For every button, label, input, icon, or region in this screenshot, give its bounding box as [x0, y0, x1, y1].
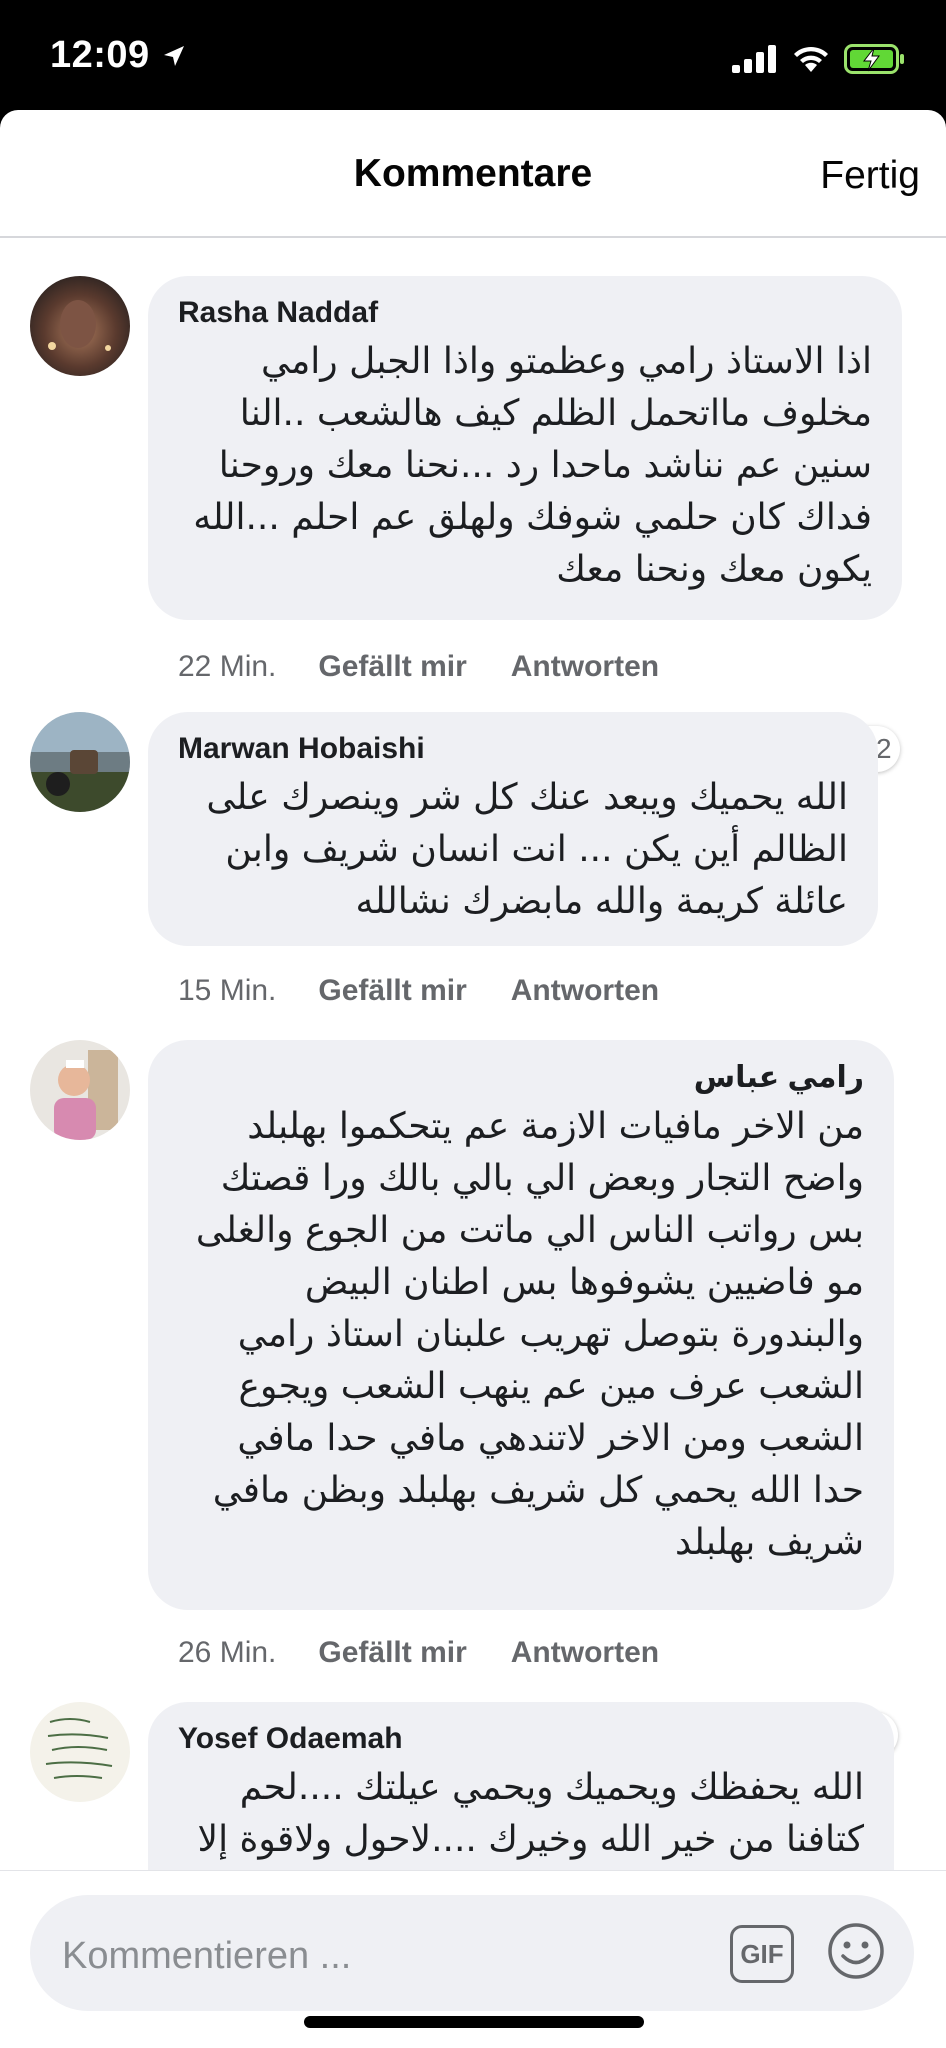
- like-button[interactable]: Gefällt mir: [318, 1636, 466, 1670]
- comment-author[interactable]: Rasha Naddaf: [178, 296, 872, 330]
- comment-time: 26 Min.: [178, 1636, 277, 1669]
- page-title: Kommentare: [353, 152, 593, 195]
- comment-bubble[interactable]: رامي عباس من الاخر مافيات الازمة عم يتحك…: [148, 1040, 894, 1610]
- comment-actions: 26 Min. Gefällt mir Antworten: [178, 1636, 659, 1670]
- comment-author[interactable]: Marwan Hobaishi: [178, 732, 848, 766]
- avatar[interactable]: [30, 1702, 130, 1802]
- like-button[interactable]: Gefällt mir: [318, 974, 466, 1008]
- reply-button[interactable]: Antworten: [511, 1636, 659, 1670]
- like-button[interactable]: Gefällt mir: [318, 650, 466, 684]
- comments-sheet: Kommentare Fertig Rasha Naddaf اذا الاست…: [0, 110, 946, 2048]
- location-arrow-icon: [164, 46, 184, 66]
- status-time: 12:09: [50, 34, 150, 76]
- comment-text: اذا الاستاذ رامي وعظمتو واذا الجبل رامي …: [193, 341, 872, 590]
- comment-time: 22 Min.: [178, 650, 277, 683]
- comment-time: 15 Min.: [178, 974, 277, 1007]
- comment-input-placeholder: Kommentieren ...: [62, 1935, 352, 1977]
- done-button[interactable]: Fertig: [820, 154, 920, 198]
- comment-bubble[interactable]: Rasha Naddaf اذا الاستاذ رامي وعظمتو واذ…: [148, 276, 902, 620]
- gif-button[interactable]: GIF: [730, 1925, 794, 1983]
- comment-bubble[interactable]: Marwan Hobaishi الله يحميك ويبعد عنك كل …: [148, 712, 878, 946]
- comment-author[interactable]: Yosef Odaemah: [178, 1722, 864, 1756]
- status-indicators: [732, 44, 906, 74]
- comment-text: الله يحميك ويبعد عنك كل شر وينصرك على ال…: [206, 777, 848, 922]
- header: Kommentare Fertig: [0, 110, 946, 238]
- comment-author[interactable]: رامي عباس: [178, 1060, 864, 1095]
- emoji-icon[interactable]: [826, 1921, 886, 1981]
- signal-icon: [732, 45, 776, 73]
- avatar[interactable]: [30, 1040, 130, 1140]
- comment-text: الله يحفظك ويحميك ويحمي عيلتك ....لحم كت…: [197, 1767, 864, 1860]
- avatar[interactable]: [30, 276, 130, 376]
- wifi-icon: [794, 46, 828, 72]
- comment-actions: 22 Min. Gefällt mir Antworten: [178, 650, 659, 684]
- comment-input[interactable]: Kommentieren ... GIF: [30, 1895, 914, 2011]
- reply-button[interactable]: Antworten: [511, 650, 659, 684]
- comment-text: من الاخر مافيات الازمة عم يتحكموا بهلبلد…: [195, 1106, 864, 1563]
- reaction-count: 2: [876, 733, 892, 764]
- reply-button[interactable]: Antworten: [511, 974, 659, 1008]
- status-bar: 12:09: [0, 0, 946, 112]
- comment-actions: 15 Min. Gefällt mir Antworten: [178, 974, 659, 1008]
- battery-charging-icon: [844, 44, 904, 74]
- avatar[interactable]: [30, 712, 130, 812]
- home-indicator: [304, 2016, 644, 2028]
